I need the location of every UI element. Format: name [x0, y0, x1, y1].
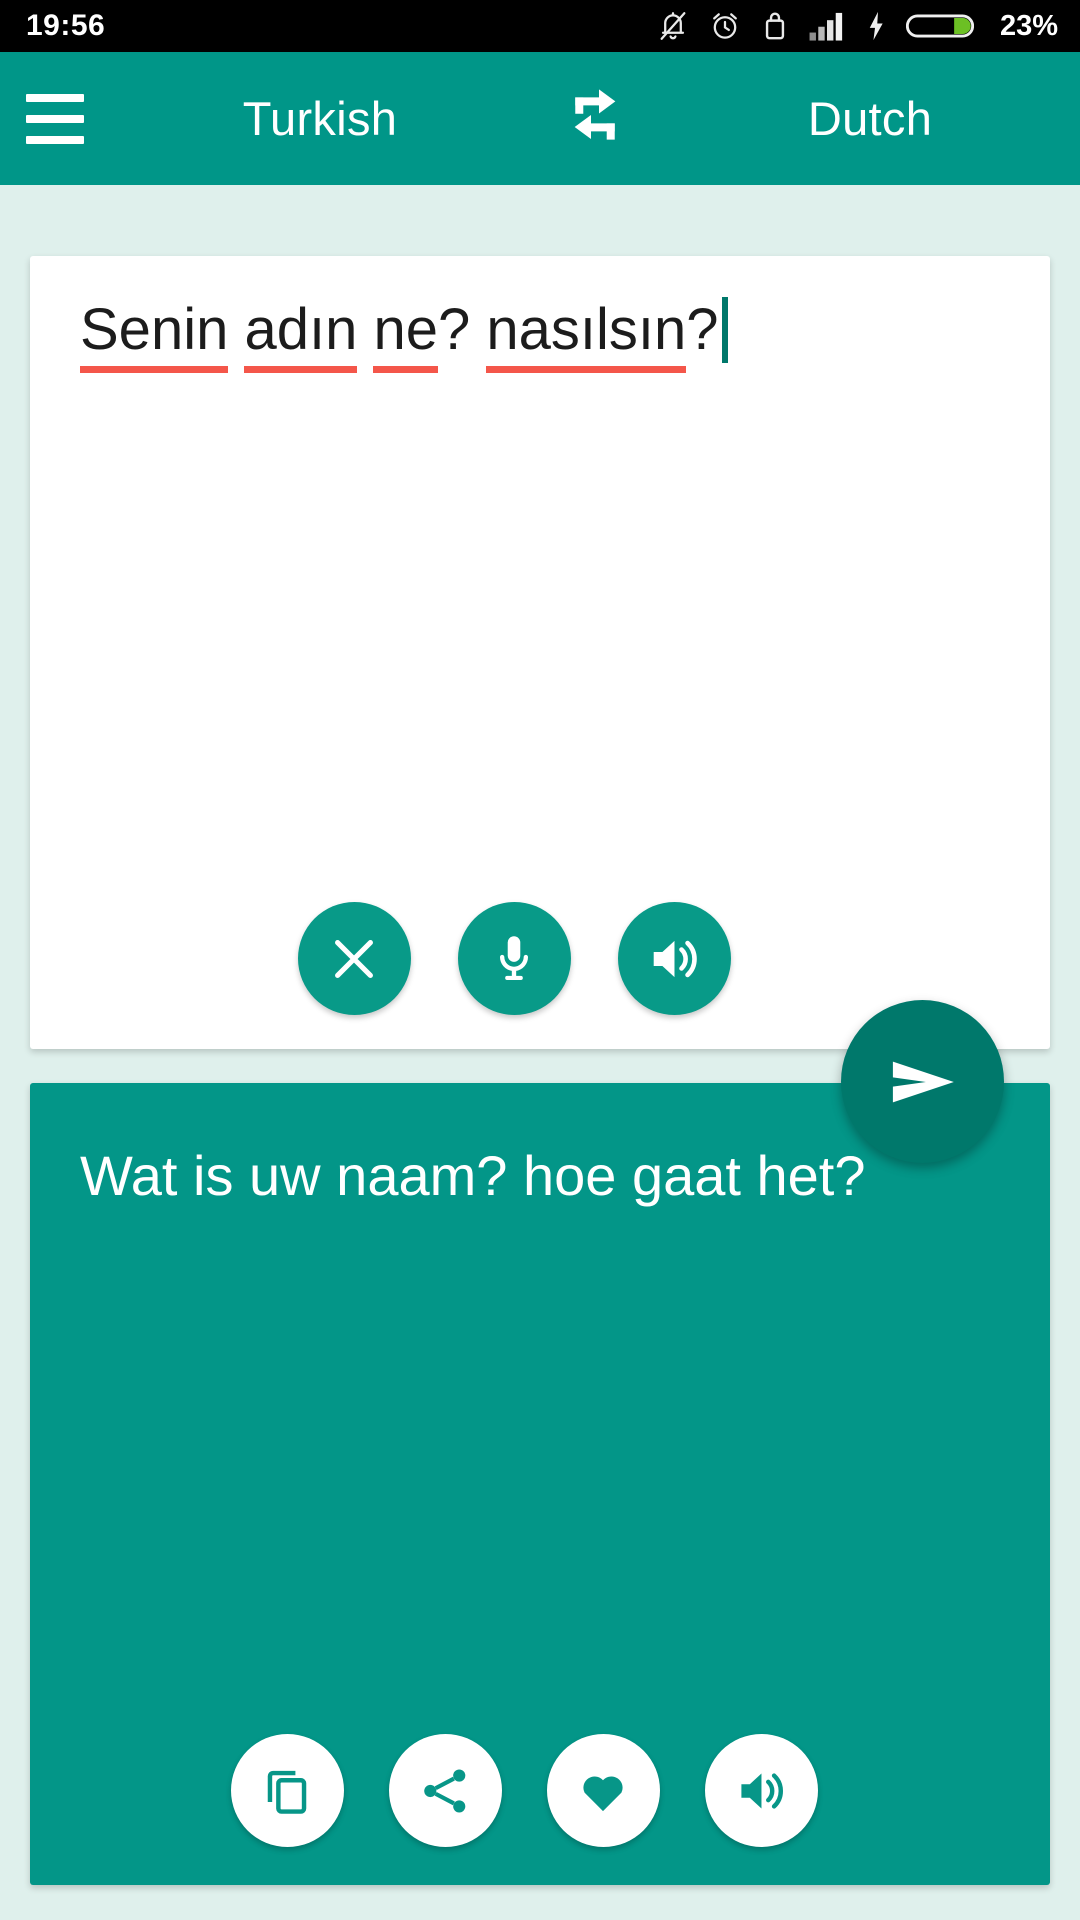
translate-send-button[interactable]: [841, 1000, 1004, 1163]
voice-input-button[interactable]: [457, 902, 571, 1015]
source-action-row: [30, 902, 1050, 1015]
share-icon: [424, 1769, 466, 1812]
misspelled-word: nasılsın: [486, 297, 687, 362]
copy-button[interactable]: [230, 1734, 344, 1847]
notifications-off-icon: [660, 12, 686, 40]
misspelled-word: Senin: [80, 297, 229, 362]
misspelled-word: ne: [373, 297, 438, 362]
clear-button[interactable]: [297, 902, 411, 1015]
favorite-button[interactable]: [546, 1734, 660, 1847]
translator-app-screen: 19:56 23% Turkish Dutch Senin adın ne? n…: [0, 0, 1080, 1920]
close-icon: [335, 939, 373, 978]
source-text-input[interactable]: Senin adın ne? nasılsın?: [80, 294, 1010, 367]
text-cursor: [721, 297, 728, 363]
charging-bolt-icon: [869, 11, 883, 41]
translation-result-card: Wat is uw naam? hoe gaat het?: [30, 1083, 1050, 1885]
hamburger-bar-1: [26, 93, 84, 102]
volume-up-icon: [741, 1772, 783, 1809]
battery-icon: [905, 14, 974, 38]
translation-action-row: [30, 1734, 1050, 1847]
app-toolbar: Turkish Dutch: [0, 52, 1080, 185]
swap-languages-icon: [574, 88, 616, 140]
volume-up-icon: [653, 940, 697, 977]
hamburger-bar-2: [26, 114, 84, 123]
speak-target-button[interactable]: [704, 1734, 818, 1847]
status-bar-clock: 19:56: [26, 9, 106, 42]
source-text-card: Senin adın ne? nasılsın?: [30, 256, 1050, 1049]
copy-icon: [267, 1770, 307, 1814]
share-button[interactable]: [388, 1734, 502, 1847]
hamburger-bar-3: [26, 135, 84, 144]
microphone-icon: [499, 935, 529, 980]
battery-percentage-label: 23%: [999, 9, 1058, 42]
misspelled-word: adın: [244, 297, 358, 362]
status-bar: 19:56 23%: [0, 0, 1080, 52]
signal-bars-icon: [809, 12, 843, 41]
swap-languages-button[interactable]: [530, 82, 660, 156]
heart-icon: [583, 1775, 623, 1811]
alarm-icon: [713, 13, 737, 39]
hamburger-menu-icon[interactable]: [0, 52, 110, 185]
speak-source-button[interactable]: [617, 902, 731, 1015]
source-language-selector[interactable]: Turkish: [110, 91, 530, 146]
send-icon: [892, 1061, 954, 1102]
translation-output-text: Wat is uw naam? hoe gaat het?: [80, 1144, 866, 1207]
target-language-selector[interactable]: Dutch: [660, 91, 1080, 146]
screen-lock-icon: [765, 12, 785, 40]
status-bar-icons: 23%: [656, 9, 1058, 43]
